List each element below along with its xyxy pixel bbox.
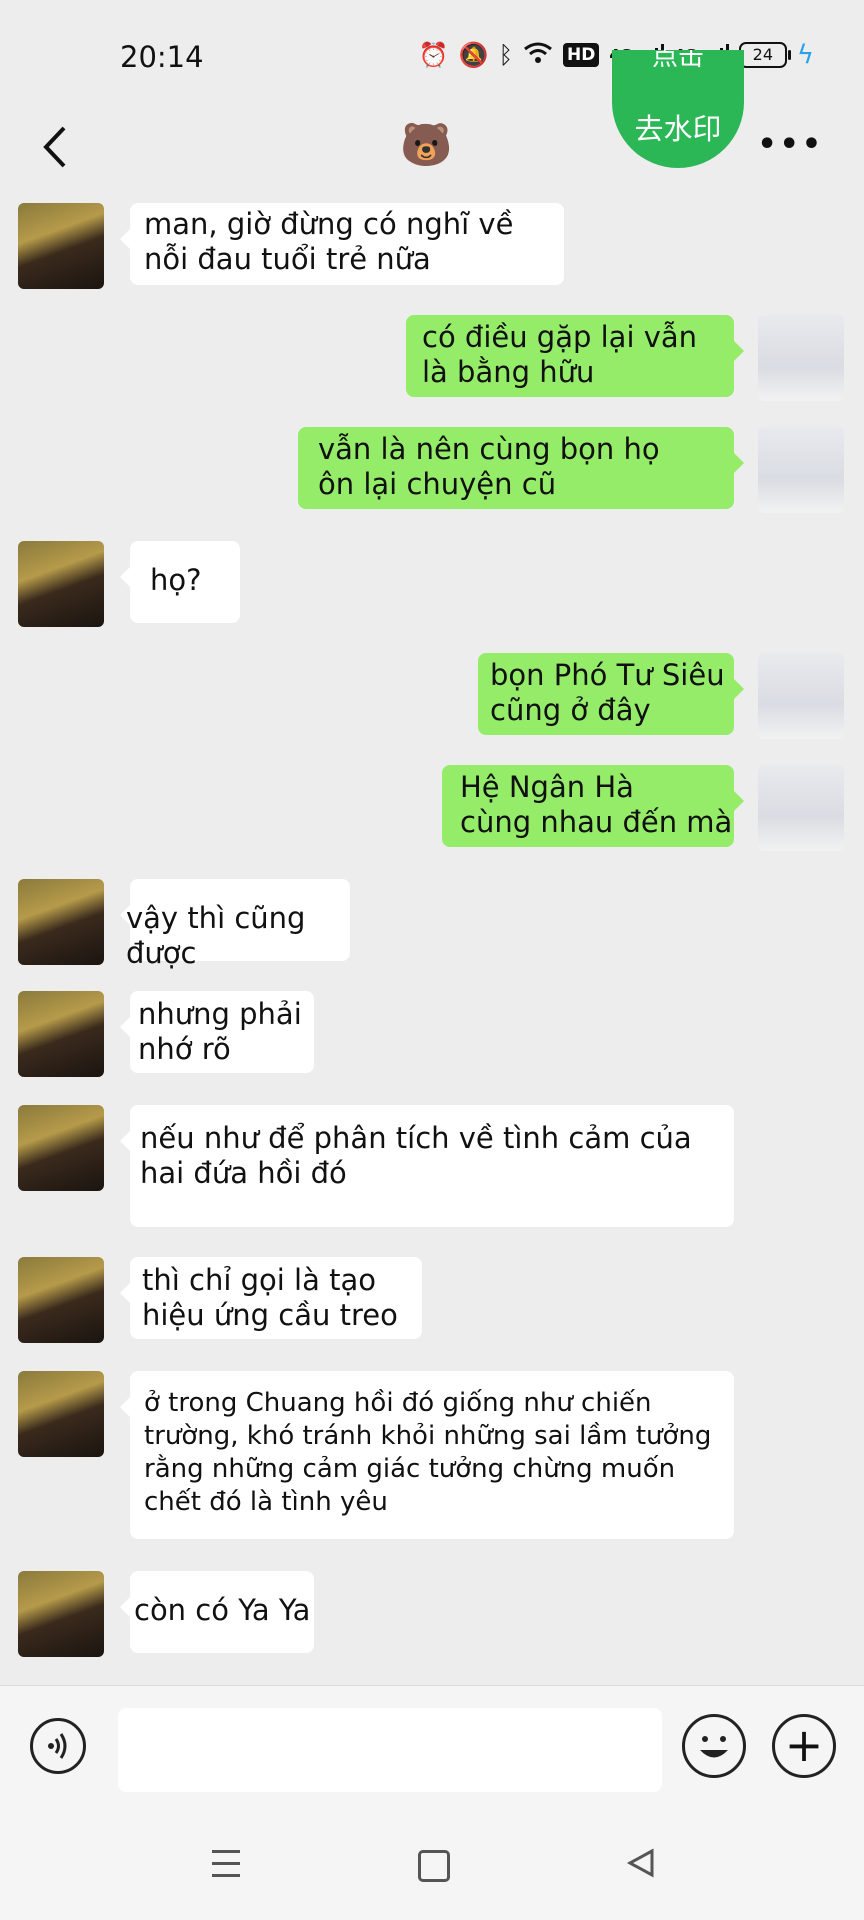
message-text: có điều gặp lại vẫn là bằng hữu [422, 320, 698, 389]
message-text: vậy thì cũng được [126, 901, 306, 970]
message-list[interactable]: man, giờ đừng có nghĩ về nỗi đau tuổi tr… [0, 195, 864, 1685]
avatar-self[interactable] [758, 315, 844, 401]
message-text: Hệ Ngân Hà cùng nhau đến mà [460, 770, 733, 839]
more-button[interactable]: ••• [757, 130, 824, 160]
mute-icon: 🔕 [458, 41, 489, 69]
avatar-contact[interactable] [18, 879, 104, 965]
avatar-contact[interactable] [18, 1571, 104, 1657]
message-text: nếu như để phân tích về tình cảm của hai… [140, 1121, 692, 1190]
input-bar: + [0, 1685, 864, 1811]
avatar-contact[interactable] [18, 541, 104, 627]
avatar-contact[interactable] [18, 1257, 104, 1343]
triangle-back-icon [626, 1848, 654, 1878]
bluetooth-icon: ᛒ [498, 41, 513, 69]
message-text: họ? [150, 563, 202, 597]
alarm-icon: ⏰ [418, 41, 449, 69]
back-button[interactable] [36, 122, 76, 172]
bear-emoji-title: 🐻 [400, 120, 453, 169]
message-text: ở trong Chuang hồi đó giống như chiến tr… [144, 1388, 712, 1517]
status-time: 20:14 [120, 40, 204, 74]
message-text: nhưng phải nhớ rõ [138, 997, 302, 1066]
message-bubble[interactable]: còn có Ya Ya [120, 1571, 314, 1653]
message-bubble[interactable]: bọn Phó Tư Siêu cũng ở đây [478, 653, 744, 735]
home-button[interactable] [418, 1850, 450, 1882]
avatar-contact[interactable] [18, 991, 104, 1077]
avatar-self[interactable] [758, 765, 844, 851]
chevron-left-icon [43, 126, 66, 168]
avatar-contact[interactable] [18, 1371, 104, 1457]
plus-icon: + [784, 1718, 824, 1772]
system-back-button[interactable] [626, 1848, 656, 1882]
message-bubble[interactable]: họ? [120, 541, 240, 623]
message-bubble[interactable]: vậy thì cũng được [120, 879, 350, 970]
message-bubble[interactable]: ở trong Chuang hồi đó giống như chiến tr… [120, 1371, 734, 1539]
avatar-self[interactable] [758, 653, 844, 739]
avatar-self[interactable] [758, 427, 844, 513]
voice-icon [48, 1733, 67, 1759]
system-navigation-bar [0, 1810, 864, 1920]
message-text: thì chỉ gọi là tạo hiệu ứng cầu treo [142, 1263, 398, 1332]
message-text: man, giờ đừng có nghĩ về nỗi đau tuổi tr… [144, 207, 514, 276]
smiley-icon [700, 1736, 728, 1758]
recent-apps-button[interactable] [212, 1850, 240, 1886]
message-bubble[interactable]: Hệ Ngân Hà cùng nhau đến mà [442, 765, 744, 847]
message-bubble[interactable]: có điều gặp lại vẫn là bằng hữu [406, 315, 744, 397]
more-actions-button[interactable]: + [772, 1714, 836, 1778]
message-text: vẫn là nên cùng bọn họ ôn lại chuyện cũ [318, 432, 660, 501]
message-bubble[interactable]: vẫn là nên cùng bọn họ ôn lại chuyện cũ [298, 427, 744, 509]
avatar-contact[interactable] [18, 203, 104, 289]
message-text: còn có Ya Ya [134, 1593, 311, 1627]
battery-indicator: 24 [738, 42, 791, 68]
avatar-contact[interactable] [18, 1105, 104, 1191]
charging-icon: ϟ [796, 40, 814, 70]
message-bubble[interactable]: nhưng phải nhớ rõ [120, 991, 314, 1073]
emoji-button[interactable] [682, 1714, 746, 1778]
voice-input-button[interactable] [30, 1718, 86, 1774]
watermark-badge-top: 点击 [651, 50, 704, 72]
message-input[interactable] [118, 1708, 662, 1792]
message-bubble[interactable]: man, giờ đừng có nghĩ về nỗi đau tuổi tr… [120, 203, 564, 285]
wifi-icon [523, 41, 553, 69]
message-bubble[interactable]: thì chỉ gọi là tạo hiệu ứng cầu treo [120, 1257, 422, 1339]
hd-badge: HD [563, 43, 600, 67]
message-text: bọn Phó Tư Siêu cũng ở đây [490, 658, 725, 727]
watermark-badge-text: 去水印 [634, 112, 722, 146]
message-bubble[interactable]: nếu như để phân tích về tình cảm của hai… [120, 1105, 734, 1227]
